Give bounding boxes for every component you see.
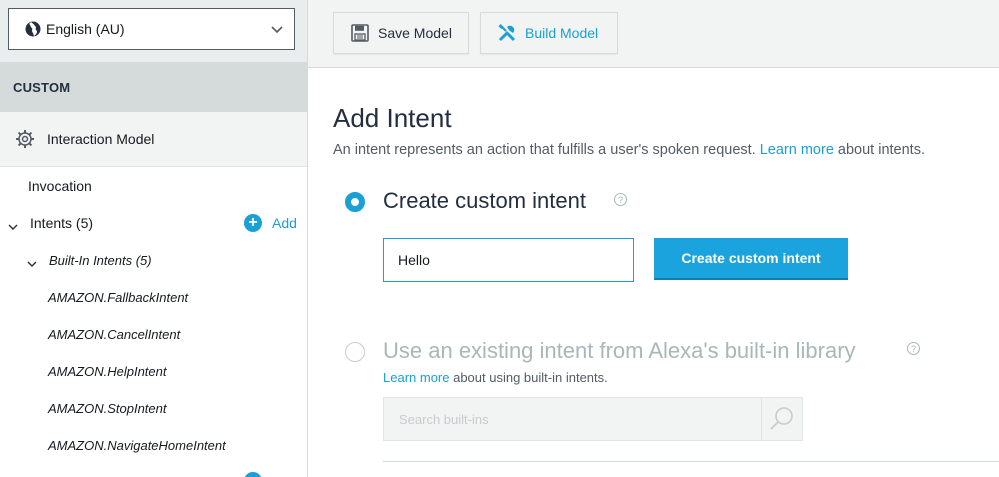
add-icon-partial[interactable] <box>244 472 262 477</box>
builtin-search-field[interactable]: Search built-ins <box>383 397 803 441</box>
description-text: An intent represents an action that fulf… <box>333 142 760 158</box>
sidebar-item-label: Interaction Model <box>47 131 155 147</box>
builtin-intent-radio[interactable] <box>345 342 365 362</box>
sidebar-item-interaction-model[interactable]: Interaction Model <box>0 112 307 167</box>
add-label: Add <box>272 215 297 231</box>
add-intent-button[interactable]: + Add <box>244 214 297 232</box>
save-model-button[interactable]: Save Model <box>333 12 469 54</box>
divider <box>383 461 999 462</box>
sidebar: English (AU) CUSTOM Interaction Model In… <box>0 0 308 477</box>
search-placeholder: Search built-ins <box>399 412 489 427</box>
toolbar: Save Model Build Model <box>308 0 999 68</box>
builtin-description: Learn more about using built-in intents. <box>383 370 608 385</box>
locale-dropdown[interactable]: English (AU) <box>8 8 295 50</box>
sidebar-item-fallback-intent[interactable]: AMAZON.FallbackIntent <box>48 290 188 305</box>
description-text-end: about intents. <box>833 142 925 158</box>
page-description: An intent represents an action that fulf… <box>333 142 925 158</box>
tools-icon <box>497 23 517 43</box>
locale-area: English (AU) <box>0 0 307 62</box>
section-title: CUSTOM <box>13 79 71 95</box>
custom-intent-label: Create custom intent <box>383 188 586 213</box>
sidebar-item-stop-intent[interactable]: AMAZON.StopIntent <box>48 401 167 416</box>
sidebar-item-intents[interactable]: Intents (5) <box>30 215 93 231</box>
sidebar-item-navigate-home-intent[interactable]: AMAZON.NavigateHomeIntent <box>48 438 226 453</box>
sidebar-item-builtin-intents[interactable]: Built-In Intents (5) <box>49 253 152 268</box>
learn-more-intents-link[interactable]: Learn more <box>760 142 834 158</box>
chevron-down-icon <box>270 22 284 36</box>
help-icon[interactable]: ? <box>614 193 627 206</box>
builtin-intent-label: Use an existing intent from Alexa's buil… <box>383 338 856 363</box>
floppy-disk-icon <box>350 23 370 43</box>
plus-icon: + <box>244 214 262 232</box>
globe-icon <box>25 21 41 37</box>
chevron-down-icon[interactable] <box>8 219 18 230</box>
page-title: Add Intent <box>333 103 452 133</box>
learn-more-builtins-link[interactable]: Learn more <box>383 370 449 385</box>
locale-value: English (AU) <box>46 21 125 37</box>
main-content: Add Intent An intent represents an actio… <box>308 68 999 477</box>
section-header: CUSTOM <box>0 62 307 112</box>
sidebar-item-cancel-intent[interactable]: AMAZON.CancelIntent <box>48 327 180 342</box>
build-model-label: Build Model <box>525 25 599 41</box>
build-model-button[interactable]: Build Model <box>480 12 618 54</box>
search-icon[interactable] <box>768 405 796 433</box>
sidebar-item-help-intent[interactable]: AMAZON.HelpIntent <box>48 364 167 379</box>
custom-intent-name-input[interactable] <box>383 238 634 282</box>
custom-intent-radio[interactable] <box>345 192 365 212</box>
create-custom-intent-button[interactable]: Create custom intent <box>654 238 848 280</box>
help-icon[interactable]: ? <box>907 342 920 355</box>
sidebar-item-invocation[interactable]: Invocation <box>28 178 92 194</box>
chevron-down-icon[interactable] <box>27 256 37 267</box>
search-divider <box>761 398 762 440</box>
gear-icon <box>15 129 35 149</box>
save-model-label: Save Model <box>378 25 452 41</box>
builtin-description-text: about using built-in intents. <box>449 370 608 385</box>
